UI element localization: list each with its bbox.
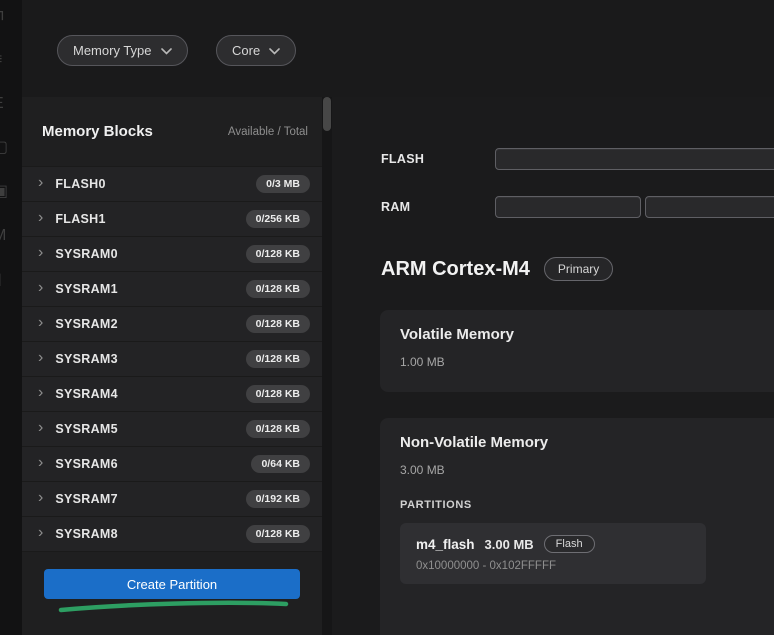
memory-block-row[interactable]: › SYSRAM4 0/128 KB [22, 377, 322, 412]
ram-label: RAM [381, 200, 495, 214]
memory-block-row[interactable]: › SYSRAM2 0/128 KB [22, 307, 322, 342]
rail-icon[interactable]: ↰ [0, 4, 17, 27]
left-icon-rail: ↰ ≡ E ▢ ▣ M ▯ › ‹ [0, 0, 22, 635]
partition-type-badge: Flash [544, 535, 595, 553]
memory-block-name: FLASH1 [55, 212, 105, 226]
memory-block-name: FLASH0 [55, 177, 105, 191]
scrollbar-thumb[interactable] [323, 97, 331, 131]
memory-block-row[interactable]: › FLASH0 0/3 MB [22, 167, 322, 202]
memory-block-size-badge: 0/256 KB [246, 210, 310, 228]
memory-blocks-panel: Memory Blocks Available / Total › FLASH0… [22, 97, 322, 635]
flash-usage-bar [495, 148, 774, 170]
memory-blocks-header: Memory Blocks Available / Total [22, 97, 322, 166]
volatile-memory-size: 1.00 MB [400, 355, 762, 369]
core-title: ARM Cortex-M4 [381, 258, 530, 281]
memory-block-row[interactable]: › SYSRAM5 0/128 KB [22, 412, 322, 447]
volatile-memory-card: Volatile Memory 1.00 MB [380, 310, 774, 392]
memory-block-name: SYSRAM6 [55, 457, 118, 471]
partition-address-range: 0x10000000 - 0x102FFFFF [416, 560, 690, 572]
create-partition-button[interactable]: Create Partition [44, 569, 300, 599]
rail-icon[interactable]: ▯ [0, 268, 17, 291]
volatile-memory-title: Volatile Memory [400, 326, 762, 343]
memory-block-name: SYSRAM2 [55, 317, 118, 331]
core-detail-panel: FLASH RAM ARM Cortex-M4 Primary Volatile… [332, 97, 774, 635]
memory-block-row[interactable]: › SYSRAM7 0/192 KB [22, 482, 322, 517]
rail-icon[interactable]: M [0, 224, 17, 247]
memory-block-row[interactable]: › SYSRAM3 0/128 KB [22, 342, 322, 377]
ram-usage-row: RAM [381, 195, 774, 219]
memory-block-size-badge: 0/128 KB [246, 245, 310, 263]
partitions-section-label: PARTITIONS [400, 499, 762, 511]
chevron-down-icon [269, 43, 280, 58]
nonvolatile-memory-card: Non-Volatile Memory 3.00 MB PARTITIONS m… [380, 418, 774, 635]
chevron-right-icon: › [38, 315, 43, 331]
rail-icon[interactable]: ▢ [0, 136, 17, 159]
nonvolatile-memory-title: Non-Volatile Memory [400, 434, 762, 451]
chevron-right-icon: › [38, 175, 43, 191]
partition-list: m4_flash 3.00 MB Flash 0x10000000 - 0x10… [400, 523, 762, 584]
chevron-right-icon: › [38, 525, 43, 541]
memory-block-size-badge: 0/192 KB [246, 490, 310, 508]
partition-card[interactable]: m4_flash 3.00 MB Flash 0x10000000 - 0x10… [400, 523, 706, 584]
memory-type-dropdown[interactable]: Memory Type [57, 35, 188, 66]
available-total-label: Available / Total [228, 126, 308, 138]
ram-usage-bar-segment-2 [645, 196, 774, 218]
core-heading: ARM Cortex-M4 Primary [381, 257, 613, 281]
chevron-down-icon [161, 43, 172, 58]
core-dropdown[interactable]: Core [216, 35, 296, 66]
memory-block-row[interactable]: › SYSRAM6 0/64 KB [22, 447, 322, 482]
memory-block-name: SYSRAM8 [55, 527, 118, 541]
memory-block-list: › FLASH0 0/3 MB › FLASH1 0/256 KB › SYSR… [22, 166, 322, 552]
flash-label: FLASH [381, 152, 495, 166]
rail-icon[interactable]: › [0, 312, 17, 335]
flash-usage-row: FLASH [381, 147, 774, 171]
memory-block-name: SYSRAM4 [55, 387, 118, 401]
partition-size: 3.00 MB [485, 537, 534, 552]
memory-block-row[interactable]: › SYSRAM8 0/128 KB [22, 517, 322, 552]
chevron-right-icon: › [38, 210, 43, 226]
partition-header: m4_flash 3.00 MB Flash [416, 535, 690, 553]
memory-block-size-badge: 0/128 KB [246, 525, 310, 543]
memory-block-name: SYSRAM5 [55, 422, 118, 436]
chevron-right-icon: › [38, 490, 43, 506]
chevron-right-icon: › [38, 280, 43, 296]
chevron-right-icon: › [38, 420, 43, 436]
rail-icon[interactable]: E [0, 92, 17, 115]
primary-badge: Primary [544, 257, 613, 281]
nonvolatile-memory-size: 3.00 MB [400, 463, 762, 477]
memory-block-size-badge: 0/128 KB [246, 315, 310, 333]
memory-block-row[interactable]: › SYSRAM0 0/128 KB [22, 237, 322, 272]
core-dropdown-label: Core [232, 43, 260, 58]
memory-block-size-badge: 0/128 KB [246, 420, 310, 438]
chevron-right-icon: › [38, 245, 43, 261]
chevron-right-icon: › [38, 455, 43, 471]
memory-block-row[interactable]: › SYSRAM1 0/128 KB [22, 272, 322, 307]
memory-block-name: SYSRAM3 [55, 352, 118, 366]
memory-block-name: SYSRAM7 [55, 492, 118, 506]
scrollbar[interactable] [322, 97, 332, 635]
partition-name: m4_flash [416, 537, 475, 552]
chevron-right-icon: › [38, 350, 43, 366]
memory-block-name: SYSRAM0 [55, 247, 118, 261]
memory-block-size-badge: 0/64 KB [251, 455, 310, 473]
memory-block-name: SYSRAM1 [55, 282, 118, 296]
app-window: ↰ ≡ E ▢ ▣ M ▯ › ‹ Memory Type Core [0, 0, 774, 635]
memory-block-size-badge: 0/128 KB [246, 350, 310, 368]
memory-block-size-badge: 0/128 KB [246, 280, 310, 298]
ram-usage-bar-segment-1 [495, 196, 641, 218]
chevron-right-icon: › [38, 385, 43, 401]
panel-title: Memory Blocks [42, 123, 153, 140]
rail-icon[interactable]: ▣ [0, 180, 17, 203]
memory-type-dropdown-label: Memory Type [73, 43, 152, 58]
filter-toolbar: Memory Type Core [22, 0, 774, 97]
green-underline-annotation [56, 600, 292, 614]
memory-block-row[interactable]: › FLASH1 0/256 KB [22, 202, 322, 237]
rail-icon[interactable]: ≡ [0, 48, 17, 71]
memory-block-size-badge: 0/128 KB [246, 385, 310, 403]
memory-block-size-badge: 0/3 MB [256, 175, 310, 193]
rail-icon[interactable]: ‹ [0, 356, 17, 379]
